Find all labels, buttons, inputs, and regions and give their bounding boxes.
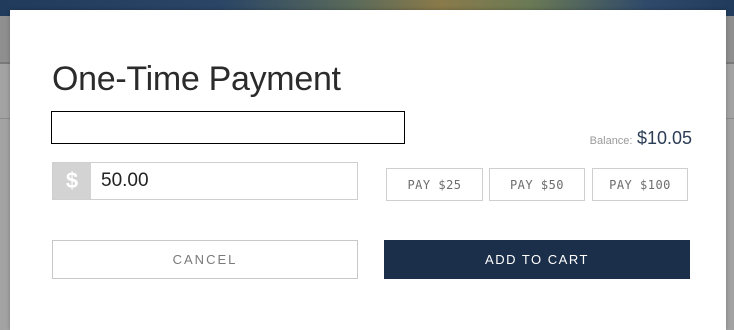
pay-25-button[interactable]: PAY $25 [386, 168, 483, 201]
amount-input[interactable] [91, 163, 357, 199]
modal-title: One-Time Payment [52, 60, 341, 98]
one-time-payment-modal: One-Time Payment Balance: $10.05 $ PAY $… [10, 10, 726, 330]
pay-100-button[interactable]: PAY $100 [592, 168, 688, 201]
add-to-cart-button[interactable]: ADD TO CART [384, 240, 690, 279]
dollar-icon: $ [53, 163, 91, 199]
cancel-button[interactable]: CANCEL [52, 240, 358, 279]
account-name-field [51, 111, 405, 144]
pay-50-button[interactable]: PAY $50 [489, 168, 585, 201]
amount-field: $ [52, 162, 358, 200]
balance-label: Balance: [589, 135, 633, 147]
balance-value: $10.05 [636, 128, 692, 148]
balance-display: Balance: $10.05 [590, 128, 692, 149]
